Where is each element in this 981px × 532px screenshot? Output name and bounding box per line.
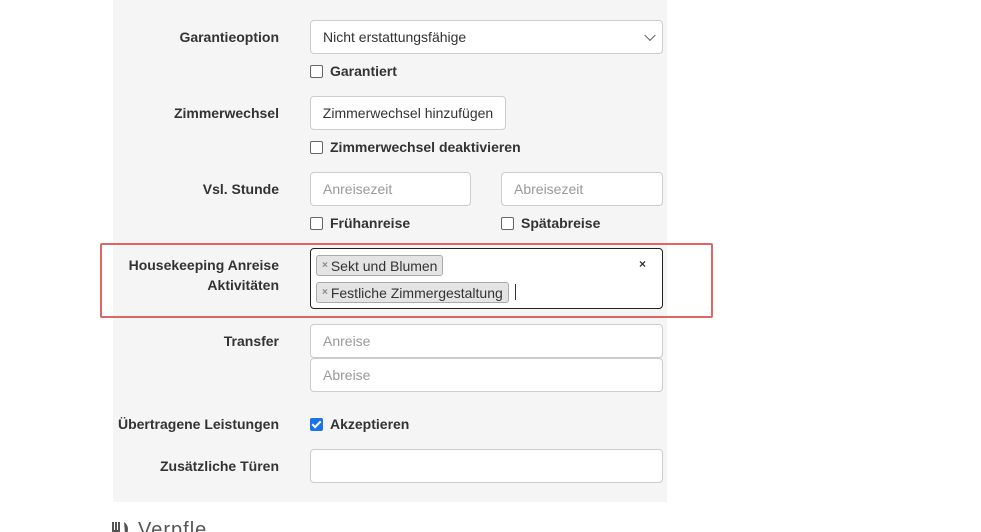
accept-checkbox[interactable] — [310, 417, 323, 431]
housekeeping-tag-label: Sekt und Blumen — [330, 257, 438, 274]
early-arrival-checkbox[interactable] — [310, 216, 323, 230]
add-room-change-button[interactable]: Zimmerwechsel hinzufügen — [310, 96, 506, 130]
departure-time-placeholder: Abreisezeit — [514, 181, 584, 197]
housekeeping-label-line1: Housekeeping Anreise — [128, 257, 279, 273]
transfer-departure-input[interactable]: Abreise — [310, 358, 663, 392]
transfer-arrival-placeholder: Anreise — [323, 333, 371, 349]
transferred-services-label: Übertragene Leistungen — [117, 416, 279, 432]
cutlery-icon — [110, 522, 132, 532]
arrival-time-input[interactable]: Anreisezeit — [310, 172, 471, 206]
tag-remove-icon[interactable]: × — [322, 287, 328, 298]
housekeeping-tag: × Festliche Zimmergestaltung — [316, 282, 509, 303]
guarantee-option-label: Garantieoption — [179, 29, 279, 45]
clear-all-icon[interactable]: × — [639, 257, 646, 271]
next-section-title: Verpfle — [138, 519, 208, 532]
late-departure-checkbox-row[interactable]: Spätabreise — [501, 213, 600, 233]
late-departure-label: Spätabreise — [521, 215, 601, 231]
tag-remove-icon[interactable]: × — [322, 260, 328, 271]
accept-checkbox-row[interactable]: Akzeptieren — [310, 414, 409, 434]
late-departure-checkbox[interactable] — [501, 216, 514, 230]
early-arrival-label: Frühanreise — [330, 215, 411, 231]
chevron-down-icon — [644, 29, 656, 42]
accept-checkbox-label: Akzeptieren — [330, 416, 410, 432]
departure-time-input[interactable]: Abreisezeit — [501, 172, 663, 206]
transfer-departure-placeholder: Abreise — [323, 367, 371, 383]
housekeeping-tag: × Sekt und Blumen — [316, 255, 444, 276]
extra-doors-label: Zusätzliche Türen — [159, 458, 279, 474]
housekeeping-label-line2: Aktivitäten — [207, 277, 279, 293]
transfer-arrival-input[interactable]: Anreise — [310, 324, 663, 358]
housekeeping-tag-label: Festliche Zimmergestaltung — [330, 284, 503, 301]
arrival-time-placeholder: Anreisezeit — [323, 181, 393, 197]
extra-doors-input[interactable] — [310, 449, 663, 483]
text-caret — [515, 284, 516, 300]
guaranteed-checkbox[interactable] — [310, 64, 323, 78]
guarantee-option-select[interactable]: Nicht erstattungsfähige — [310, 20, 663, 54]
disable-room-change-checkbox[interactable] — [310, 140, 323, 154]
expected-hour-label: Vsl. Stunde — [202, 181, 279, 197]
guaranteed-checkbox-row[interactable]: Garantiert — [310, 61, 397, 81]
transfer-label: Transfer — [223, 333, 279, 349]
guarantee-option-value: Nicht erstattungsfähige — [323, 29, 467, 45]
disable-room-change-checkbox-row[interactable]: Zimmerwechsel deaktivieren — [310, 137, 521, 157]
early-arrival-checkbox-row[interactable]: Frühanreise — [310, 213, 410, 233]
disable-room-change-label: Zimmerwechsel deaktivieren — [330, 139, 521, 155]
room-change-label: Zimmerwechsel — [173, 105, 279, 121]
housekeeping-multiselect[interactable]: × Sekt und Blumen × Festliche Zimmergest… — [310, 248, 663, 309]
guaranteed-checkbox-label: Garantiert — [330, 63, 397, 79]
